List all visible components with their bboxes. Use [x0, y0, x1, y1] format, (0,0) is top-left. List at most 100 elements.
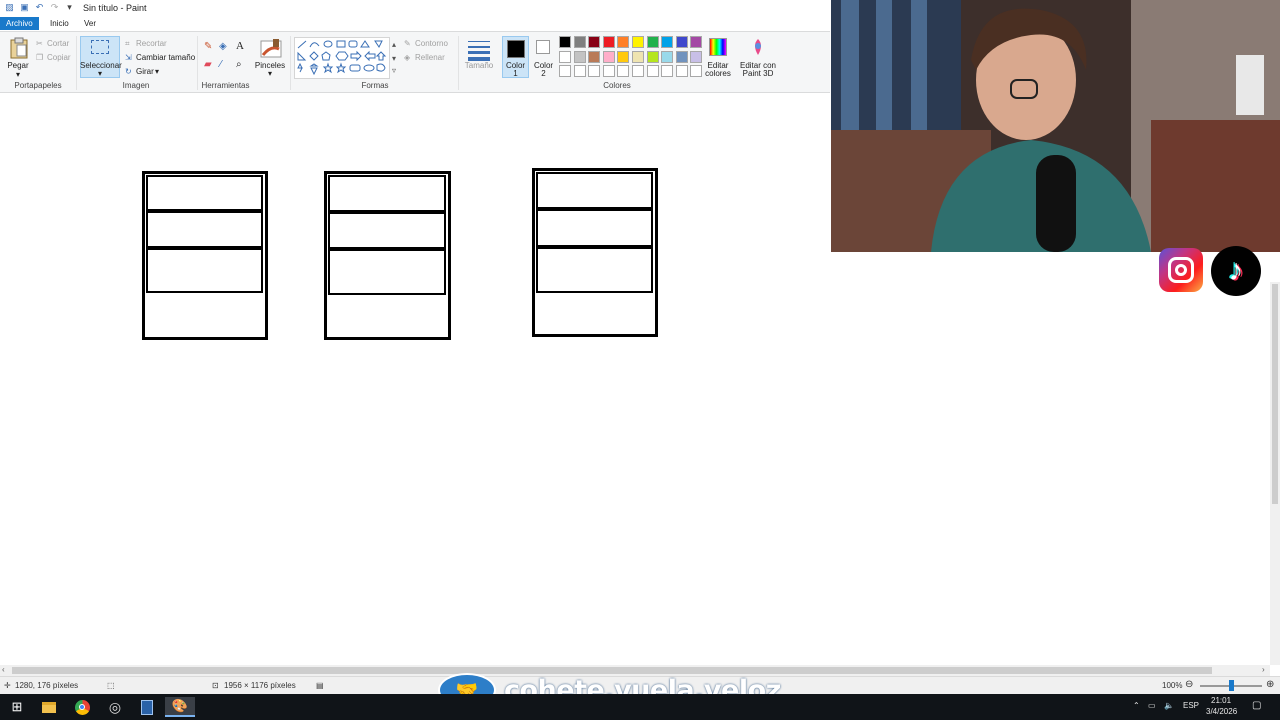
taskbar: ⊞ ◎ 🎨 ⌃ ▭ 🔈 ESP 21:01 3/4/2026 ▢	[0, 694, 1280, 720]
magnifier-icon[interactable]: ⌕	[236, 59, 242, 70]
palette-swatch[interactable]	[559, 65, 571, 77]
notifications-icon[interactable]: ▢	[1252, 700, 1261, 711]
zoom-slider-thumb[interactable]	[1229, 680, 1234, 691]
color-picker-icon[interactable]: ⁄	[220, 59, 222, 70]
palette-swatch[interactable]	[646, 36, 659, 48]
palette-swatch[interactable]	[573, 36, 586, 48]
palette-swatch[interactable]	[661, 65, 674, 77]
brushes-dropdown-icon[interactable]: ▾	[266, 69, 274, 78]
scroll-left-icon[interactable]: ‹	[2, 665, 5, 674]
obs-icon[interactable]: ◎	[100, 697, 130, 717]
shapes-more-icon[interactable]: ▿	[392, 66, 396, 75]
brushes-button[interactable]	[259, 37, 283, 59]
outline-button[interactable]: Contorno	[415, 39, 448, 48]
palette-swatch[interactable]	[646, 50, 659, 63]
fill-icon[interactable]: ◈	[404, 53, 410, 62]
edit-colors-icon[interactable]	[709, 38, 727, 56]
scrollbar-thumb[interactable]	[1272, 284, 1278, 504]
file-size-icon: ▤	[316, 681, 324, 690]
zoom-slider[interactable]	[1200, 680, 1262, 691]
paint-app-icon: ▨	[5, 2, 14, 12]
zoom-out-icon[interactable]: ⊖	[1185, 679, 1193, 690]
paint3d-icon[interactable]	[751, 38, 765, 56]
redo-icon[interactable]: ↷	[49, 2, 60, 13]
palette-swatch[interactable]	[588, 50, 601, 63]
rotate-icon[interactable]: ↻	[125, 67, 132, 76]
shapes-gallery[interactable]	[294, 37, 390, 79]
outline-icon[interactable]: ✎	[404, 39, 411, 48]
tray-expand-icon[interactable]: ⌃	[1133, 701, 1140, 710]
cursor-icon: ✛	[4, 681, 11, 690]
copy-icon[interactable]: ❐	[36, 53, 43, 62]
vertical-scrollbar[interactable]	[1270, 282, 1280, 665]
palette-swatch[interactable]	[602, 50, 615, 63]
colors-group-label: Colores	[603, 81, 631, 90]
palette-swatch[interactable]	[690, 36, 703, 48]
palette-swatch[interactable]	[661, 36, 674, 48]
resize-button[interactable]: Cambiar tamaño	[136, 53, 195, 62]
color2-swatch[interactable]	[536, 40, 550, 54]
palette-swatch[interactable]	[632, 65, 644, 77]
cut-button[interactable]: Cortar	[47, 39, 69, 48]
copy-button[interactable]: Copiar	[47, 53, 71, 62]
paste-dropdown-icon[interactable]: ▾	[14, 70, 22, 79]
size-lines-icon[interactable]	[468, 40, 490, 61]
palette-swatch[interactable]	[588, 65, 601, 77]
tab-view[interactable]: Ver	[78, 17, 102, 30]
palette-swatch[interactable]	[602, 36, 615, 48]
palette-swatch[interactable]	[588, 36, 601, 48]
palette-swatch[interactable]	[632, 36, 644, 48]
clock-time[interactable]: 21:01	[1211, 696, 1231, 705]
palette-swatch[interactable]	[559, 36, 571, 48]
palette-swatch[interactable]	[661, 50, 674, 63]
palette-swatch[interactable]	[617, 50, 630, 63]
file-explorer-icon[interactable]	[34, 697, 64, 717]
volume-icon[interactable]: 🔈	[1164, 701, 1174, 710]
crop-icon[interactable]: ⌗	[125, 39, 130, 49]
paste-button[interactable]	[8, 36, 30, 60]
shapes-scroll-up-icon[interactable]: ▴	[392, 40, 396, 49]
menu-bar: Archivo Inicio Ver	[0, 15, 830, 31]
windows-start-icon[interactable]: ⊞	[2, 697, 32, 717]
select-dropdown-icon[interactable]: ▾	[96, 69, 104, 78]
cut-icon[interactable]: ✂	[36, 39, 43, 48]
text-icon[interactable]: A	[236, 40, 244, 52]
palette-swatch[interactable]	[573, 50, 586, 63]
calculator-icon[interactable]	[132, 697, 162, 717]
palette-swatch[interactable]	[559, 50, 571, 63]
eraser-icon[interactable]: ▰	[204, 59, 212, 70]
palette-swatch[interactable]	[617, 36, 630, 48]
network-icon[interactable]: ▭	[1148, 701, 1156, 710]
palette-swatch[interactable]	[573, 65, 586, 77]
pencil-icon[interactable]: ✎	[204, 41, 212, 52]
shapes-group-label: Formas	[361, 81, 389, 90]
tab-file[interactable]: Archivo	[0, 17, 39, 30]
shapes-scroll-down-icon[interactable]: ▾	[392, 54, 396, 63]
fill-button[interactable]: Rellenar	[415, 53, 445, 62]
resize-icon[interactable]: ⇲	[125, 53, 132, 62]
palette-swatch[interactable]	[646, 65, 659, 77]
save-icon[interactable]: ▣	[19, 2, 30, 13]
palette-swatch[interactable]	[632, 50, 644, 63]
crop-button[interactable]: Recortar	[136, 39, 167, 48]
palette-swatch[interactable]	[675, 50, 688, 63]
paint-taskbar-icon[interactable]: 🎨	[165, 697, 195, 717]
zoom-in-icon[interactable]: ⊕	[1266, 679, 1274, 690]
rotate-button[interactable]: Girar	[136, 67, 154, 76]
customize-quick-access-icon[interactable]: ▾	[64, 2, 75, 13]
language-indicator[interactable]: ESP	[1183, 701, 1199, 710]
palette-swatch[interactable]	[617, 65, 630, 77]
chrome-icon[interactable]	[67, 697, 97, 717]
tab-home[interactable]: Inicio	[44, 17, 75, 30]
paint3d-label2: Paint 3D	[742, 69, 774, 78]
clock-date[interactable]: 3/4/2026	[1206, 707, 1237, 716]
fill-bucket-icon[interactable]: ◈	[219, 41, 227, 52]
palette-swatch[interactable]	[675, 65, 688, 77]
drawn-shelf-2	[324, 171, 451, 340]
scroll-right-icon[interactable]: ›	[1262, 665, 1265, 674]
tools-group-label: Herramientas	[201, 81, 250, 90]
rotate-dropdown-icon[interactable]: ▾	[155, 67, 159, 76]
palette-swatch[interactable]	[675, 36, 688, 48]
palette-swatch[interactable]	[602, 65, 615, 77]
undo-icon[interactable]: ↶	[34, 2, 45, 13]
